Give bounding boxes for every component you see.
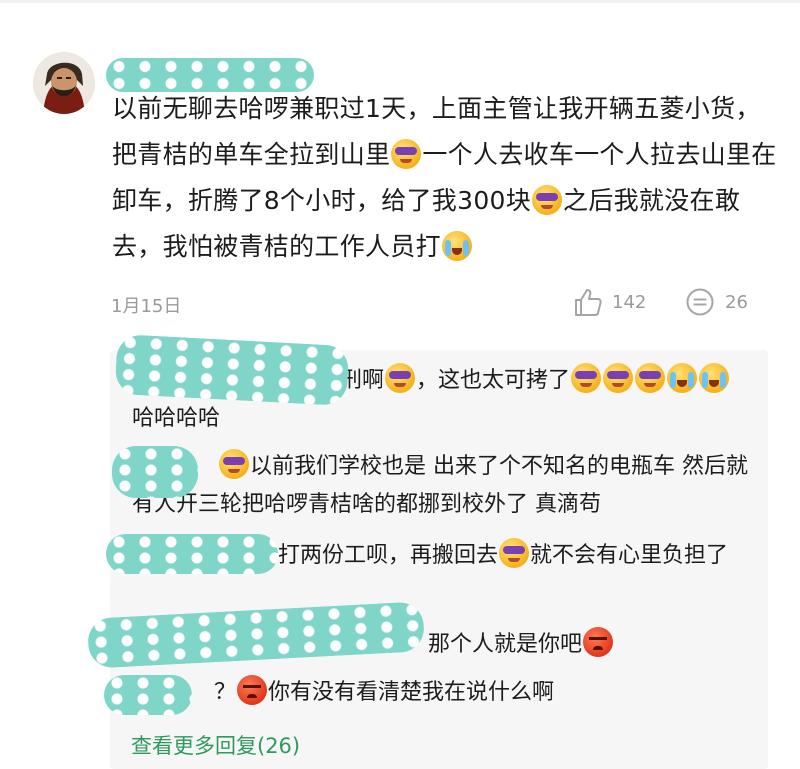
cool-emoji-icon	[499, 538, 530, 568]
reply-username-mask	[112, 446, 198, 498]
reply-text: 哈哈哈哈	[132, 406, 221, 431]
like-count: 142	[612, 292, 647, 313]
laugh-cry-emoji-icon	[699, 363, 730, 393]
avatar-image	[33, 52, 95, 114]
cool-emoji-icon	[219, 449, 249, 479]
reply-icon[interactable]	[685, 287, 715, 317]
reply-text: 那个人就是你吧	[428, 632, 583, 657]
replies-panel: 刑啊 ，这也太可拷了 哈哈哈哈 以前我们学校也是 出来了个不知名的电瓶车 然后就有…	[86, 333, 768, 769]
laugh-cry-emoji-icon	[667, 363, 698, 393]
reply-item[interactable]: 刑啊 ，这也太可拷了	[340, 362, 760, 400]
cool-emoji-icon	[532, 185, 563, 215]
reply-item[interactable]: ？ 你有没有看清楚我在说什么啊	[132, 674, 762, 712]
cool-emoji-icon	[391, 139, 422, 169]
comment-date: 1月15日	[111, 296, 182, 317]
reply-text: 你有没有看清楚我在说什么啊	[268, 680, 555, 705]
laugh-cry-emoji-icon	[441, 231, 472, 261]
more-replies-link[interactable]: 查看更多回复(26)	[131, 730, 300, 760]
reply-item[interactable]: 以前我们学校也是 出来了个不知名的电瓶车 然后就有人开三轮把哈啰青桔啥的都挪到校…	[132, 448, 762, 524]
top-divider	[0, 0, 800, 3]
reply-text: 就不会有心里负担了	[530, 543, 729, 568]
angry-emoji-icon	[237, 675, 268, 705]
reply-count: 26	[725, 292, 748, 313]
reply-item[interactable]: 哈哈哈哈	[132, 400, 762, 438]
cool-emoji-icon	[635, 363, 666, 393]
reply-username-mask	[104, 675, 192, 715]
cool-emoji-icon	[603, 363, 634, 393]
reply-username-mask	[106, 534, 278, 574]
avatar[interactable]	[33, 52, 95, 114]
reply-text: 打两份工呗，再搬回去	[278, 543, 499, 568]
comment-body: 以前无聊去哈啰兼职过1天，上面主管让我开辆五菱小货，把青桔的单车全拉到山里 一个人…	[112, 86, 782, 270]
like-icon[interactable]	[572, 286, 604, 318]
cool-emoji-icon	[385, 363, 416, 393]
angry-emoji-icon	[583, 627, 614, 657]
reply-text: ？	[214, 680, 237, 705]
reply-username-mask	[114, 333, 350, 407]
reply-text: ，这也太可拷了	[416, 368, 571, 393]
cool-emoji-icon	[571, 363, 602, 393]
